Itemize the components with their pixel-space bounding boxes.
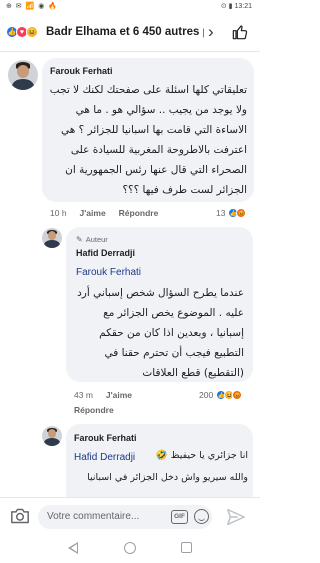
comment-input[interactable]: Votre commentaire... GIF [38, 505, 212, 529]
mention-link[interactable]: Farouk Ferhati [76, 267, 141, 278]
author-badge-label: Auteur [85, 235, 108, 244]
emoji-icon[interactable] [194, 509, 209, 524]
reaction-count-text: 13 [216, 208, 226, 218]
comment-text-line-2: والله سيريو واش دخل الجزائر في اسبانيا [87, 472, 248, 483]
mention-link[interactable]: Hafid Derradji [74, 452, 135, 463]
comment-input-placeholder: Votre commentaire... [47, 511, 140, 522]
gif-button[interactable]: GIF [171, 510, 188, 524]
angry-reaction-icon: 😡 [236, 208, 247, 218]
comment-actions: 10 h J'aime Répondre [50, 208, 171, 218]
like-comment-button[interactable]: J'aime [80, 208, 106, 218]
comment-bubble[interactable]: Farouk Ferhati Hafid Derradji انا جزائري… [66, 424, 253, 497]
comment-author-name[interactable]: Farouk Ferhati [50, 66, 113, 76]
comment-actions-second-row: Répondre [74, 405, 127, 415]
system-nav-bar [0, 535, 260, 563]
camera-icon[interactable] [10, 507, 30, 525]
haha-reaction-icon: 😆 [26, 26, 38, 38]
reply-comment-button[interactable]: Répondre [119, 208, 159, 218]
recent-apps-icon[interactable] [181, 542, 192, 553]
reactions-header: 👍 ♥ 😆 Badr Elhama et 6 450 autres pe... … [0, 14, 260, 52]
send-icon[interactable] [226, 508, 246, 526]
comment-author-name[interactable]: Hafid Derradji [76, 248, 135, 258]
comment-text: عندما يطرح السؤال شخص إسباني أرد عليه . … [77, 287, 244, 379]
comment-text: تعليقاتي كلها اسئلة على صفحتك لكنك لا تج… [49, 84, 247, 196]
comment-actions: 43 m J'aime [74, 390, 145, 400]
status-icons-right: ⊙ ▮ 13:21 [220, 3, 252, 10]
comment-input-bar: Votre commentaire... GIF [0, 497, 260, 535]
comment-bubble[interactable]: ✎ Auteur Hafid Derradji Farouk Ferhati ع… [66, 227, 253, 382]
avatar[interactable] [8, 60, 38, 90]
comment-bubble[interactable]: Farouk Ferhati تعليقاتي كلها اسئلة على ص… [42, 58, 254, 202]
like-button-icon[interactable] [232, 24, 248, 40]
back-icon[interactable] [68, 542, 78, 554]
home-icon[interactable] [124, 542, 136, 554]
reply-comment-button[interactable]: Répondre [74, 405, 114, 415]
like-comment-button[interactable]: J'aime [106, 390, 132, 400]
comment-text-line-1: انا جزائري يا حيفيظ 🤣 [155, 450, 248, 461]
angry-reaction-icon: 😡 [232, 390, 243, 400]
reaction-count-text: 200 [199, 390, 214, 400]
author-badge: ✎ Auteur [76, 235, 108, 244]
avatar[interactable] [42, 426, 62, 446]
comment-reaction-count[interactable]: 200 👍 😆 😡 [199, 390, 243, 400]
chevron-right-icon[interactable]: › [208, 22, 214, 42]
avatar[interactable] [42, 228, 62, 248]
reaction-summary[interactable]: 👍 ♥ 😆 [6, 26, 38, 38]
status-icons-left: ⊕ ✉ 📶 ◉ 🔥 [6, 3, 59, 10]
comment-reaction-count[interactable]: 13 👍 😡 [216, 208, 247, 218]
status-bar: ⊕ ✉ 📶 ◉ 🔥 ⊙ ▮ 13:21 [0, 0, 260, 14]
comment-author-name[interactable]: Farouk Ferhati [74, 433, 137, 443]
comment-time: 43 m [74, 390, 93, 400]
reactions-summary-text[interactable]: Badr Elhama et 6 450 autres pe... [46, 26, 204, 38]
comment-time: 10 h [50, 208, 67, 218]
pen-icon: ✎ [76, 235, 83, 244]
